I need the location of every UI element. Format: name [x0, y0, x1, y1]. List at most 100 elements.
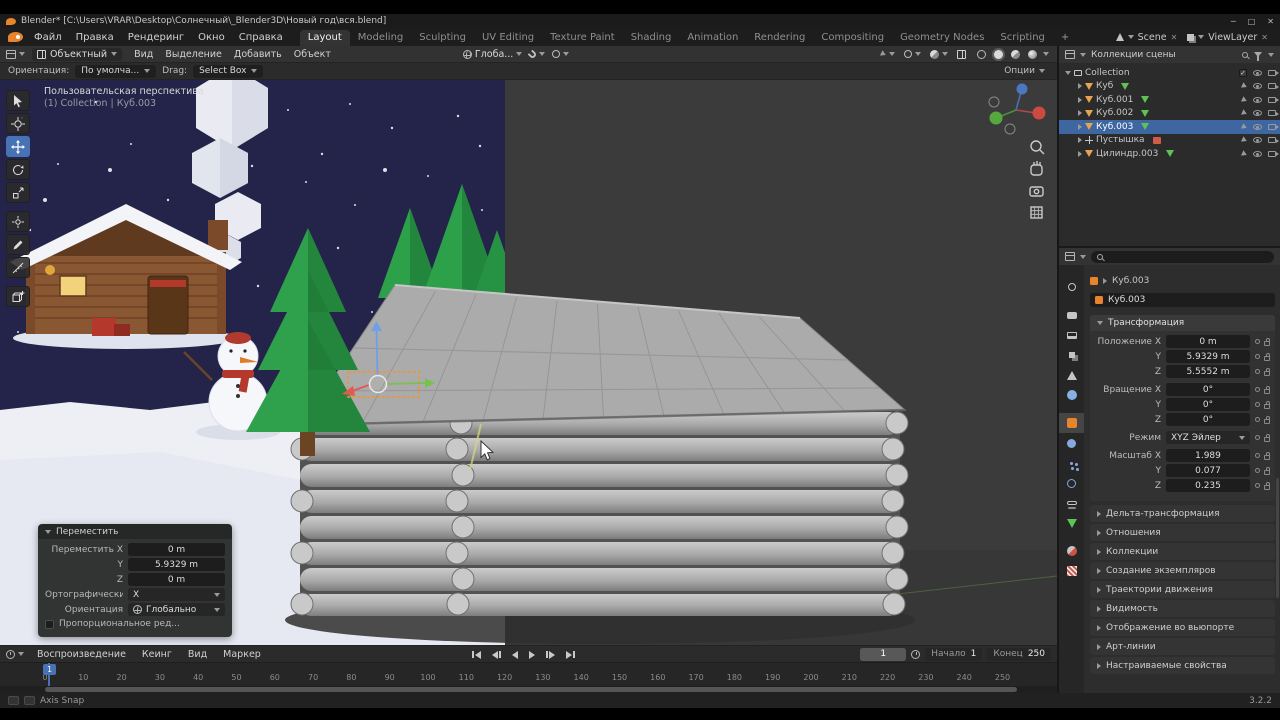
- transform-panel-header[interactable]: Трансформация: [1090, 315, 1275, 331]
- scale-tool[interactable]: [6, 182, 30, 203]
- hide-viewport-icon[interactable]: [1253, 123, 1262, 130]
- measure-tool[interactable]: [6, 257, 30, 278]
- hide-viewport-icon[interactable]: [1253, 110, 1262, 117]
- viewport-menu-Добавить[interactable]: Добавить: [229, 48, 287, 61]
- animate-decorator-icon[interactable]: [1255, 435, 1260, 440]
- lock-icon[interactable]: [1264, 434, 1271, 442]
- gizmo-center-handle[interactable]: [368, 374, 388, 394]
- timeline-editor-dropdown[interactable]: [6, 649, 24, 659]
- preview-range-icon[interactable]: [911, 649, 921, 659]
- play-reverse-button[interactable]: [510, 650, 520, 660]
- section-Настраиваемые свойства[interactable]: Настраиваемые свойства: [1090, 657, 1275, 674]
- workspace-tab-scripting[interactable]: Scripting: [992, 30, 1052, 46]
- section-Отображение во вьюпорте[interactable]: Отображение во вьюпорте: [1090, 619, 1275, 636]
- lock-icon[interactable]: [1264, 353, 1271, 361]
- selectable-icon[interactable]: [1240, 109, 1249, 118]
- move-z-input[interactable]: 0 m: [128, 573, 225, 586]
- add-cube-tool[interactable]: [6, 286, 30, 307]
- current-frame-field[interactable]: 1: [860, 647, 907, 661]
- minimize-button[interactable]: ─: [1231, 17, 1236, 26]
- frame-start-field[interactable]: Начало 1: [925, 647, 983, 661]
- workspace-tab-animation[interactable]: Animation: [679, 30, 746, 46]
- section-Отношения[interactable]: Отношения: [1090, 524, 1275, 541]
- workspace-tab-texture-paint[interactable]: Texture Paint: [542, 30, 623, 46]
- properties-tab-render[interactable]: [1059, 305, 1084, 325]
- selectable-icon[interactable]: [1240, 122, 1249, 131]
- properties-tab-output[interactable]: [1059, 325, 1084, 345]
- outliner-display-mode[interactable]: Коллекции сцены: [1091, 50, 1176, 60]
- timeline-ruler[interactable]: 0 10 20 30 40 50 60 70 80 90 100 110 120 130 140 150 160…: [0, 662, 1057, 687]
- xray-toggle[interactable]: [957, 49, 966, 59]
- jump-to-end-button[interactable]: [564, 650, 577, 660]
- disable-render-icon[interactable]: [1268, 69, 1279, 76]
- workspace-tab-uv-editing[interactable]: UV Editing: [474, 30, 542, 46]
- menu-Окно[interactable]: Окно: [191, 31, 232, 44]
- selectable-icon[interactable]: [1240, 82, 1249, 91]
- properties-tab-particles[interactable]: [1059, 453, 1084, 473]
- expand-icon[interactable]: [1078, 123, 1082, 130]
- timeline-scrollbar[interactable]: [0, 686, 1057, 693]
- drag-setting-dropdown[interactable]: Select Box: [193, 64, 264, 78]
- field-Z[interactable]: 0°: [1166, 413, 1250, 426]
- properties-tab-object[interactable]: [1059, 413, 1084, 433]
- axis-z-handle[interactable]: [1016, 83, 1028, 95]
- playhead-frame-badge[interactable]: 1: [43, 664, 56, 675]
- properties-tab-tool[interactable]: [1059, 277, 1084, 297]
- properties-search-input[interactable]: [1091, 250, 1274, 263]
- field-Положение X[interactable]: 0 m: [1166, 335, 1250, 348]
- frame-end-field[interactable]: Конец 250: [987, 647, 1051, 661]
- disable-render-icon[interactable]: [1268, 150, 1279, 157]
- viewport-menu-Выделение[interactable]: Выделение: [160, 48, 227, 61]
- mode-dropdown[interactable]: Объектный: [32, 47, 123, 61]
- section-Траектории движения[interactable]: Траектории движения: [1090, 581, 1275, 598]
- menu-Файл[interactable]: Файл: [27, 31, 69, 44]
- field-Масштаб X[interactable]: 1.989: [1166, 449, 1250, 462]
- timeline-menu-Маркер[interactable]: Маркер: [216, 648, 268, 661]
- section-Создание экземпляров[interactable]: Создание экземпляров: [1090, 562, 1275, 579]
- selectable-icon[interactable]: [1240, 95, 1249, 104]
- jump-to-prev-keyframe-button[interactable]: [490, 650, 503, 660]
- viewport-menu-Вид[interactable]: Вид: [129, 48, 158, 61]
- collection-checkbox[interactable]: ✓: [1239, 68, 1247, 77]
- animate-decorator-icon[interactable]: [1255, 387, 1260, 392]
- filter-icon[interactable]: [1254, 52, 1262, 61]
- gizmo-z-axis[interactable]: [375, 329, 379, 376]
- blender-logo-icon[interactable]: [8, 32, 23, 42]
- snapping-dropdown[interactable]: [527, 49, 546, 59]
- animate-decorator-icon[interactable]: [1255, 468, 1260, 473]
- expand-icon[interactable]: [1078, 96, 1082, 103]
- field-Z[interactable]: 0.235: [1166, 479, 1250, 492]
- section-Арт-линии[interactable]: Арт-линии: [1090, 638, 1275, 655]
- lock-icon[interactable]: [1264, 467, 1271, 475]
- properties-scrollbar[interactable]: [1276, 478, 1279, 598]
- menu-Правка[interactable]: Правка: [69, 31, 121, 44]
- hide-viewport-icon[interactable]: [1253, 69, 1262, 76]
- lock-icon[interactable]: [1264, 482, 1271, 490]
- workspace-tab-geometry-nodes[interactable]: Geometry Nodes: [892, 30, 992, 46]
- outliner-row-Куб.003[interactable]: Куб.003: [1059, 120, 1280, 134]
- section-Коллекции[interactable]: Коллекции: [1090, 543, 1275, 560]
- outliner-editor-icon[interactable]: [1065, 50, 1075, 59]
- disable-render-icon[interactable]: [1268, 137, 1279, 144]
- expand-icon[interactable]: [1078, 150, 1082, 157]
- lock-icon[interactable]: [1264, 338, 1271, 346]
- animate-decorator-icon[interactable]: [1255, 417, 1260, 422]
- lock-icon[interactable]: [1264, 368, 1271, 376]
- outliner-row-Куб.001[interactable]: Куб.001: [1059, 93, 1280, 107]
- object-name-field[interactable]: Куб.003: [1090, 293, 1275, 307]
- proportional-editing-dropdown[interactable]: [552, 50, 570, 58]
- rotate-tool[interactable]: [6, 159, 30, 180]
- animate-decorator-icon[interactable]: [1255, 354, 1260, 359]
- expand-icon[interactable]: [1078, 137, 1082, 144]
- orientation-dropdown[interactable]: Глобально: [128, 603, 225, 616]
- object-visibility-dropdown[interactable]: [879, 50, 895, 58]
- cursor-tool[interactable]: [6, 113, 30, 134]
- gizmo-y-axis[interactable]: [386, 382, 426, 385]
- search-icon[interactable]: [1242, 51, 1248, 58]
- jump-to-next-keyframe-button[interactable]: [544, 650, 557, 660]
- shading-wireframe-button[interactable]: [975, 48, 988, 61]
- field-Вращение X[interactable]: 0°: [1166, 383, 1250, 396]
- axis-y-handle[interactable]: [989, 111, 1003, 125]
- unlink-viewlayer-icon[interactable]: ✕: [1261, 33, 1268, 42]
- field-Y[interactable]: 5.9329 m: [1166, 350, 1250, 363]
